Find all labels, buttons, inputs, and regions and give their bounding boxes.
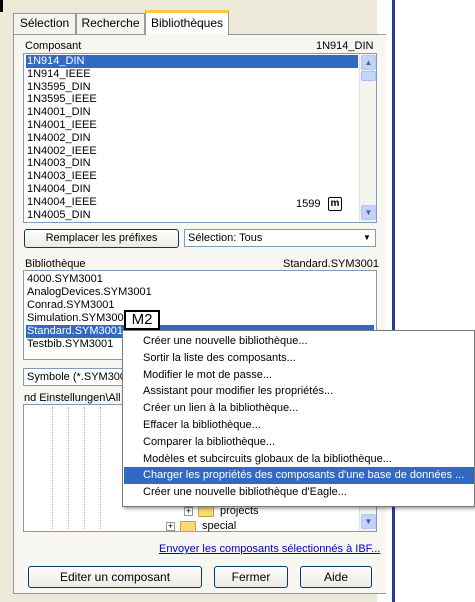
window-border-line [392, 0, 395, 602]
tree-guide [100, 407, 101, 529]
list-item[interactable]: 4000.SYM3001 [26, 273, 103, 286]
expand-icon[interactable]: + [184, 507, 193, 516]
list-item[interactable]: 1N4001_IEEE [26, 119, 97, 132]
chevron-down-icon[interactable]: ▼ [360, 231, 374, 245]
current-library: Standard.SYM3001 [283, 258, 380, 270]
component-list[interactable]: 1N914_DIN 1N914_IEEE 1N3595_DIN 1N3595_I… [23, 53, 377, 223]
list-item[interactable]: AnalogDevices.SYM3001 [26, 286, 152, 299]
list-item[interactable]: 1N4004_IEEE [26, 196, 97, 209]
list-item[interactable]: 1N3595_DIN [26, 81, 91, 94]
folder-icon [180, 521, 196, 532]
menu-item-global-models[interactable]: Modèles et subcircuits globaux de la bib… [124, 451, 474, 468]
list-item[interactable]: Testbib.SYM3001 [26, 338, 113, 351]
list-item[interactable]: 1N4005_DIN [26, 209, 91, 222]
folder-icon [198, 506, 214, 517]
list-item[interactable]: 1N3595_IEEE [26, 93, 97, 106]
scroll-down-icon[interactable]: ▼ [361, 205, 376, 220]
tab-libraries[interactable]: Bibliothèques [145, 10, 229, 35]
list-item[interactable]: 1N4003_DIN [26, 157, 91, 170]
menu-item-create-eagle-library[interactable]: Créer une nouvelle bibliothèque d'Eagle.… [124, 484, 474, 501]
selection-filter-dropdown[interactable]: Sélection: Tous ▼ [184, 229, 376, 247]
menu-item-load-properties-database[interactable]: Charger les propriétés des composants d'… [124, 467, 474, 485]
expand-icon[interactable]: + [166, 522, 175, 531]
list-item[interactable]: 1N4001_DIN [26, 106, 91, 119]
help-button[interactable]: Aide [300, 566, 372, 588]
menu-item-delete-library[interactable]: Effacer la bibliothèque... [124, 417, 474, 434]
tab-selection[interactable]: Sélection [13, 13, 76, 34]
menu-item-create-library[interactable]: Créer une nouvelle bibliothèque... [124, 333, 474, 350]
selection-filter-value: Sélection: Tous [188, 232, 263, 244]
tree-guide [84, 407, 85, 529]
menu-item-properties-wizard[interactable]: Assistant pour modifier les propriétés..… [124, 383, 474, 400]
component-list-scrollbar[interactable]: ▲ ▼ [359, 54, 376, 222]
send-components-link[interactable]: Envoyer les composants sélectionnés à IB… [159, 543, 380, 555]
list-item[interactable]: 1N914_DIN [26, 55, 358, 68]
edit-component-button[interactable]: Editer un composant [28, 566, 202, 588]
menu-item-change-password[interactable]: Modifier le mot de passe... [124, 367, 474, 384]
context-menu: Créer une nouvelle bibliothèque... Sorti… [122, 330, 475, 507]
list-item[interactable]: 1N4002_IEEE [26, 145, 97, 158]
library-label: Bibliothèque [25, 258, 86, 270]
tree-item-label: special [202, 520, 237, 532]
scroll-thumb[interactable] [361, 71, 376, 81]
list-item[interactable]: 1N4002_DIN [26, 132, 91, 145]
menu-item-compare-library[interactable]: Comparer la bibliothèque... [124, 434, 474, 451]
list-item[interactable]: 1N914_IEEE [26, 68, 91, 81]
path-fragment: nd Einstellungen\All U [24, 392, 124, 404]
list-item[interactable]: 1N4004_DIN [26, 183, 91, 196]
cursor-tooltip: M2 [124, 310, 160, 330]
list-item[interactable]: Simulation.SYM3001 [26, 312, 130, 325]
component-count: 1599 [296, 198, 321, 210]
tree-guide [52, 407, 53, 529]
component-label: Composant [25, 40, 82, 52]
scroll-up-icon[interactable]: ▲ [361, 55, 376, 70]
current-component: 1N914_DIN [316, 40, 374, 52]
menu-item-export-component-list[interactable]: Sortir la liste des composants... [124, 350, 474, 367]
count-badge: m [328, 197, 342, 211]
tree-guide [68, 407, 69, 529]
replace-prefixes-button[interactable]: Remplacer les préfixes [24, 229, 179, 248]
close-button[interactable]: Fermer [214, 566, 288, 588]
window-edge [0, 0, 3, 12]
scroll-down-icon[interactable]: ▼ [361, 514, 376, 529]
list-item[interactable]: Conrad.SYM3001 [26, 299, 114, 312]
list-item[interactable]: 1N4003_IEEE [26, 170, 97, 183]
tab-search[interactable]: Recherche [76, 13, 145, 34]
menu-item-link-library[interactable]: Créer un lien à la bibliothèque... [124, 400, 474, 417]
tree-item-special[interactable]: + special [166, 520, 286, 533]
